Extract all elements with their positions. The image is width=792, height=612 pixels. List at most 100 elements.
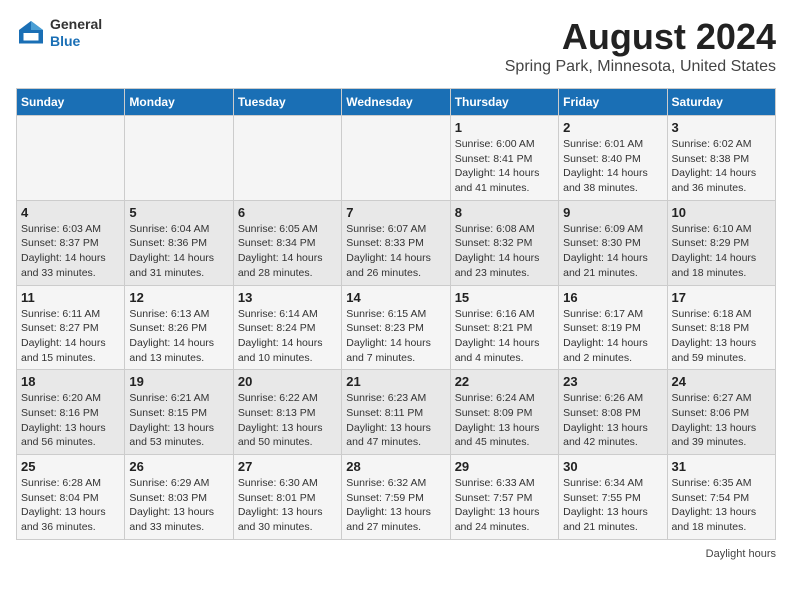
day-info: Sunrise: 6:24 AM Sunset: 8:09 PM Dayligh… — [455, 391, 554, 450]
day-info: Sunrise: 6:29 AM Sunset: 8:03 PM Dayligh… — [129, 476, 228, 535]
col-friday: Friday — [559, 89, 667, 116]
day-info: Sunrise: 6:21 AM Sunset: 8:15 PM Dayligh… — [129, 391, 228, 450]
day-number: 19 — [129, 374, 228, 389]
calendar-body: 1 Sunrise: 6:00 AM Sunset: 8:41 PM Daylig… — [17, 116, 776, 540]
day-number: 30 — [563, 459, 662, 474]
day-number: 28 — [346, 459, 445, 474]
day-number: 27 — [238, 459, 337, 474]
calendar-cell: 29Sunrise: 6:33 AM Sunset: 7:57 PM Dayli… — [450, 455, 558, 540]
day-info: Sunrise: 6:35 AM Sunset: 7:54 PM Dayligh… — [672, 476, 771, 535]
day-number: 10 — [672, 205, 771, 220]
day-info: Sunrise: 6:28 AM Sunset: 8:04 PM Dayligh… — [21, 476, 120, 535]
calendar-cell: 16 Sunrise: 6:17 AM Sunset: 8:19 PM Dayli… — [559, 285, 667, 370]
calendar-cell: 6 Sunrise: 6:05 AM Sunset: 8:34 PM Daylig… — [233, 200, 341, 285]
day-number: 22 — [455, 374, 554, 389]
logo-line2: Blue — [50, 33, 102, 50]
title-section: August 2024 Spring Park, Minnesota, Unit… — [505, 16, 776, 76]
calendar-cell: 17 Sunrise: 6:18 AM Sunset: 8:18 PM Dayli… — [667, 285, 775, 370]
calendar-table: Sunday Monday Tuesday Wednesday Thursday… — [16, 88, 776, 540]
calendar-cell: 26 Sunrise: 6:29 AM Sunset: 8:03 PM Dayli… — [125, 455, 233, 540]
day-number: 12 — [129, 290, 228, 305]
calendar-cell: 22 Sunrise: 6:24 AM Sunset: 8:09 PM Dayli… — [450, 370, 558, 455]
day-number: 21 — [346, 374, 445, 389]
day-number: 13 — [238, 290, 337, 305]
calendar-cell: 5Sunrise: 6:04 AM Sunset: 8:36 PM Daylig… — [125, 200, 233, 285]
day-number: 31 — [672, 459, 771, 474]
calendar-cell: 8Sunrise: 6:08 AM Sunset: 8:32 PM Daylig… — [450, 200, 558, 285]
day-info: Sunrise: 6:15 AM Sunset: 8:23 PM Dayligh… — [346, 307, 445, 366]
header-row: Sunday Monday Tuesday Wednesday Thursday… — [17, 89, 776, 116]
daylight-label: Daylight hours — [706, 548, 776, 560]
logo-line1: General — [50, 16, 102, 33]
page-header: General Blue August 2024 Spring Park, Mi… — [16, 16, 776, 76]
day-info: Sunrise: 6:14 AM Sunset: 8:24 PM Dayligh… — [238, 307, 337, 366]
calendar-cell: 9Sunrise: 6:09 AM Sunset: 8:30 PM Daylig… — [559, 200, 667, 285]
calendar-week-3: 11Sunrise: 6:11 AM Sunset: 8:27 PM Dayli… — [17, 285, 776, 370]
day-number: 8 — [455, 205, 554, 220]
calendar-cell: 24 Sunrise: 6:27 AM Sunset: 8:06 PM Dayli… — [667, 370, 775, 455]
calendar-cell: 30 Sunrise: 6:34 AM Sunset: 7:55 PM Dayli… — [559, 455, 667, 540]
day-number: 14 — [346, 290, 445, 305]
day-info: Sunrise: 6:01 AM Sunset: 8:40 PM Dayligh… — [563, 137, 662, 196]
calendar-cell: 28Sunrise: 6:32 AM Sunset: 7:59 PM Dayli… — [342, 455, 450, 540]
day-info: Sunrise: 6:20 AM Sunset: 8:16 PM Dayligh… — [21, 391, 120, 450]
day-info: Sunrise: 6:07 AM Sunset: 8:33 PM Dayligh… — [346, 222, 445, 281]
day-info: Sunrise: 6:02 AM Sunset: 8:38 PM Dayligh… — [672, 137, 771, 196]
day-number: 29 — [455, 459, 554, 474]
day-number: 26 — [129, 459, 228, 474]
calendar-cell: 19 Sunrise: 6:21 AM Sunset: 8:15 PM Dayli… — [125, 370, 233, 455]
calendar-week-5: 25 Sunrise: 6:28 AM Sunset: 8:04 PM Dayli… — [17, 455, 776, 540]
calendar-week-1: 1 Sunrise: 6:00 AM Sunset: 8:41 PM Daylig… — [17, 116, 776, 201]
day-info: Sunrise: 6:10 AM Sunset: 8:29 PM Dayligh… — [672, 222, 771, 281]
day-info: Sunrise: 6:17 AM Sunset: 8:19 PM Dayligh… — [563, 307, 662, 366]
day-info: Sunrise: 6:18 AM Sunset: 8:18 PM Dayligh… — [672, 307, 771, 366]
calendar-cell: 2Sunrise: 6:01 AM Sunset: 8:40 PM Daylig… — [559, 116, 667, 201]
day-info: Sunrise: 6:05 AM Sunset: 8:34 PM Dayligh… — [238, 222, 337, 281]
col-monday: Monday — [125, 89, 233, 116]
col-saturday: Saturday — [667, 89, 775, 116]
calendar-cell: 27 Sunrise: 6:30 AM Sunset: 8:01 PM Dayli… — [233, 455, 341, 540]
day-info: Sunrise: 6:00 AM Sunset: 8:41 PM Dayligh… — [455, 137, 554, 196]
logo-text: General Blue — [50, 16, 102, 50]
calendar-cell: 10 Sunrise: 6:10 AM Sunset: 8:29 PM Dayli… — [667, 200, 775, 285]
calendar-subtitle: Spring Park, Minnesota, United States — [505, 58, 776, 76]
day-info: Sunrise: 6:34 AM Sunset: 7:55 PM Dayligh… — [563, 476, 662, 535]
day-info: Sunrise: 6:27 AM Sunset: 8:06 PM Dayligh… — [672, 391, 771, 450]
footer: Daylight hours — [16, 548, 776, 560]
day-number: 7 — [346, 205, 445, 220]
day-number: 1 — [455, 120, 554, 135]
calendar-title: August 2024 — [505, 16, 776, 58]
calendar-cell: 4Sunrise: 6:03 AM Sunset: 8:37 PM Daylig… — [17, 200, 125, 285]
calendar-cell: 11Sunrise: 6:11 AM Sunset: 8:27 PM Dayli… — [17, 285, 125, 370]
day-info: Sunrise: 6:23 AM Sunset: 8:11 PM Dayligh… — [346, 391, 445, 450]
day-number: 6 — [238, 205, 337, 220]
calendar-cell: 12 Sunrise: 6:13 AM Sunset: 8:26 PM Dayli… — [125, 285, 233, 370]
calendar-cell: 15Sunrise: 6:16 AM Sunset: 8:21 PM Dayli… — [450, 285, 558, 370]
day-number: 16 — [563, 290, 662, 305]
daylight-legend: Daylight hours — [706, 548, 776, 560]
logo: General Blue — [16, 16, 102, 50]
day-info: Sunrise: 6:11 AM Sunset: 8:27 PM Dayligh… — [21, 307, 120, 366]
col-wednesday: Wednesday — [342, 89, 450, 116]
calendar-cell: 31 Sunrise: 6:35 AM Sunset: 7:54 PM Dayli… — [667, 455, 775, 540]
day-number: 25 — [21, 459, 120, 474]
col-thursday: Thursday — [450, 89, 558, 116]
calendar-cell — [125, 116, 233, 201]
col-tuesday: Tuesday — [233, 89, 341, 116]
day-number: 17 — [672, 290, 771, 305]
day-number: 9 — [563, 205, 662, 220]
day-number: 24 — [672, 374, 771, 389]
calendar-cell: 13 Sunrise: 6:14 AM Sunset: 8:24 PM Dayli… — [233, 285, 341, 370]
calendar-cell: 23Sunrise: 6:26 AM Sunset: 8:08 PM Dayli… — [559, 370, 667, 455]
calendar-cell: 21 Sunrise: 6:23 AM Sunset: 8:11 PM Dayli… — [342, 370, 450, 455]
day-number: 5 — [129, 205, 228, 220]
day-info: Sunrise: 6:30 AM Sunset: 8:01 PM Dayligh… — [238, 476, 337, 535]
day-info: Sunrise: 6:03 AM Sunset: 8:37 PM Dayligh… — [21, 222, 120, 281]
col-sunday: Sunday — [17, 89, 125, 116]
calendar-cell — [233, 116, 341, 201]
calendar-cell: 14 Sunrise: 6:15 AM Sunset: 8:23 PM Dayli… — [342, 285, 450, 370]
day-info: Sunrise: 6:22 AM Sunset: 8:13 PM Dayligh… — [238, 391, 337, 450]
day-info: Sunrise: 6:13 AM Sunset: 8:26 PM Dayligh… — [129, 307, 228, 366]
calendar-cell — [17, 116, 125, 201]
calendar-week-4: 18Sunrise: 6:20 AM Sunset: 8:16 PM Dayli… — [17, 370, 776, 455]
